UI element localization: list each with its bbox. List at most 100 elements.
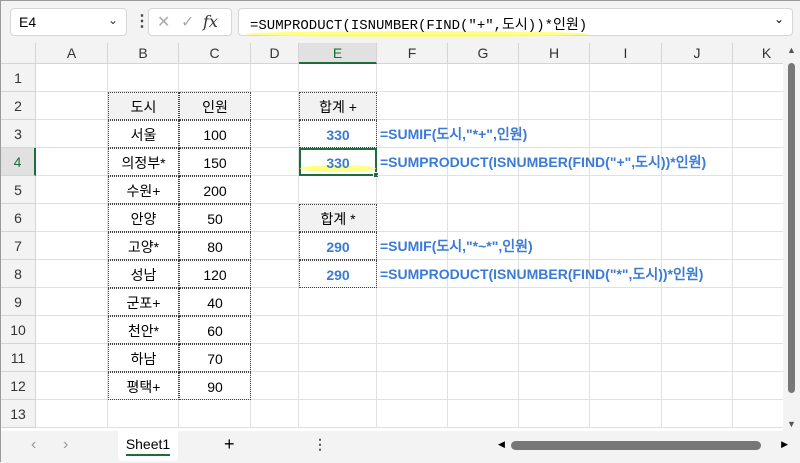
cell[interactable] <box>448 344 519 372</box>
cell[interactable] <box>179 64 251 92</box>
cell[interactable] <box>590 92 662 120</box>
cell[interactable] <box>377 400 448 428</box>
column-header-I[interactable]: I <box>590 43 662 64</box>
cell[interactable] <box>733 400 783 428</box>
city-cell[interactable]: 군포+ <box>108 288 179 316</box>
cell[interactable] <box>519 344 590 372</box>
cell[interactable] <box>299 176 377 204</box>
scroll-thumb[interactable] <box>511 441 761 450</box>
row-header-9[interactable]: 9 <box>1 288 36 316</box>
cell[interactable] <box>519 288 590 316</box>
cell[interactable] <box>519 316 590 344</box>
horizontal-scrollbar[interactable]: ◀ ▶ <box>498 439 788 453</box>
more-icon[interactable]: ⋮ <box>313 436 327 453</box>
cell[interactable] <box>662 288 733 316</box>
cell[interactable] <box>733 260 783 288</box>
city-cell[interactable]: 고양* <box>108 232 179 260</box>
column-header-G[interactable]: G <box>448 43 519 64</box>
cell[interactable] <box>662 204 733 232</box>
city-cell[interactable]: 의정부* <box>108 148 179 176</box>
spreadsheet-grid[interactable]: A B C D E F G H I J K 1 2 3 4 5 6 7 8 9 10 11 12 13 도시 인원 서울 100 의정부… <box>1 43 783 431</box>
cell[interactable] <box>299 344 377 372</box>
cell[interactable] <box>377 344 448 372</box>
cell[interactable] <box>519 176 590 204</box>
sum-star-formula-1[interactable]: =SUMIF(도시,"*~*",인원) <box>377 232 533 260</box>
row-header-11[interactable]: 11 <box>1 344 36 372</box>
cell[interactable] <box>733 316 783 344</box>
scroll-up-icon[interactable]: ▲ <box>787 45 796 55</box>
population-cell[interactable]: 200 <box>179 176 251 204</box>
sum-star-formula-2[interactable]: =SUMPRODUCT(ISNUMBER(FIND("*",도시))*인원) <box>377 260 703 288</box>
cell[interactable] <box>36 344 108 372</box>
insert-function-icon[interactable]: fx <box>203 12 218 31</box>
population-cell[interactable]: 60 <box>179 316 251 344</box>
cell[interactable] <box>251 232 299 260</box>
cell[interactable] <box>108 400 179 428</box>
cell[interactable] <box>662 316 733 344</box>
header-population[interactable]: 인원 <box>179 92 251 120</box>
scroll-down-icon[interactable]: ▼ <box>787 419 796 429</box>
row-header-4[interactable]: 4 <box>1 148 36 176</box>
expand-formula-icon[interactable]: ⌄ <box>774 12 784 26</box>
column-header-F[interactable]: F <box>377 43 448 64</box>
vertical-scrollbar[interactable]: ▲ ▼ <box>783 43 800 431</box>
row-header-5[interactable]: 5 <box>1 176 36 204</box>
cell[interactable] <box>733 232 783 260</box>
cell[interactable] <box>662 120 733 148</box>
city-cell[interactable]: 수원+ <box>108 176 179 204</box>
cancel-icon[interactable]: ✕ <box>157 12 170 32</box>
cell[interactable] <box>36 372 108 400</box>
cell[interactable] <box>733 148 783 176</box>
cell[interactable] <box>251 64 299 92</box>
cell[interactable] <box>299 64 377 92</box>
sum-plus-value-2[interactable]: 330 <box>299 148 379 178</box>
city-cell[interactable]: 안양 <box>108 204 179 232</box>
cell[interactable] <box>251 148 299 176</box>
row-header-3[interactable]: 3 <box>1 120 36 148</box>
cell[interactable] <box>733 92 783 120</box>
prev-sheet-icon[interactable]: ‹ <box>31 436 36 454</box>
column-header-D[interactable]: D <box>251 43 299 64</box>
population-cell[interactable]: 120 <box>179 260 251 288</box>
cell[interactable] <box>590 176 662 204</box>
cell[interactable] <box>36 64 108 92</box>
cell[interactable] <box>36 204 108 232</box>
sum-star-value-1[interactable]: 290 <box>299 232 377 260</box>
cell[interactable] <box>179 400 251 428</box>
cell[interactable] <box>377 372 448 400</box>
column-header-B[interactable]: B <box>108 43 179 64</box>
population-cell[interactable]: 70 <box>179 344 251 372</box>
scroll-right-icon[interactable]: ▶ <box>781 439 788 450</box>
cell[interactable] <box>36 176 108 204</box>
row-header-2[interactable]: 2 <box>1 92 36 120</box>
cell[interactable] <box>662 64 733 92</box>
row-header-13[interactable]: 13 <box>1 400 36 428</box>
cell[interactable] <box>519 204 590 232</box>
cell[interactable] <box>299 288 377 316</box>
cell[interactable] <box>299 400 377 428</box>
column-header-E[interactable]: E <box>299 43 377 64</box>
city-cell[interactable]: 천안* <box>108 316 179 344</box>
cell[interactable] <box>733 64 783 92</box>
row-header-7[interactable]: 7 <box>1 232 36 260</box>
cell[interactable] <box>733 120 783 148</box>
cell[interactable] <box>519 92 590 120</box>
sum-plus-formula-2[interactable]: =SUMPRODUCT(ISNUMBER(FIND("+",도시))*인원) <box>377 148 706 176</box>
cell[interactable] <box>662 344 733 372</box>
cell[interactable] <box>448 92 519 120</box>
row-header-1[interactable]: 1 <box>1 64 36 92</box>
cell[interactable] <box>448 204 519 232</box>
cell[interactable] <box>36 92 108 120</box>
cell[interactable] <box>36 288 108 316</box>
city-cell[interactable]: 하남 <box>108 344 179 372</box>
cell[interactable] <box>36 148 108 176</box>
cell[interactable] <box>733 288 783 316</box>
population-cell[interactable]: 150 <box>179 148 251 176</box>
tab-sheet1[interactable]: Sheet1 <box>118 431 178 461</box>
cell[interactable] <box>733 372 783 400</box>
city-cell[interactable]: 평택+ <box>108 372 179 400</box>
cell[interactable] <box>733 204 783 232</box>
cell[interactable] <box>519 64 590 92</box>
cell[interactable] <box>733 176 783 204</box>
scroll-left-icon[interactable]: ◀ <box>498 439 505 450</box>
